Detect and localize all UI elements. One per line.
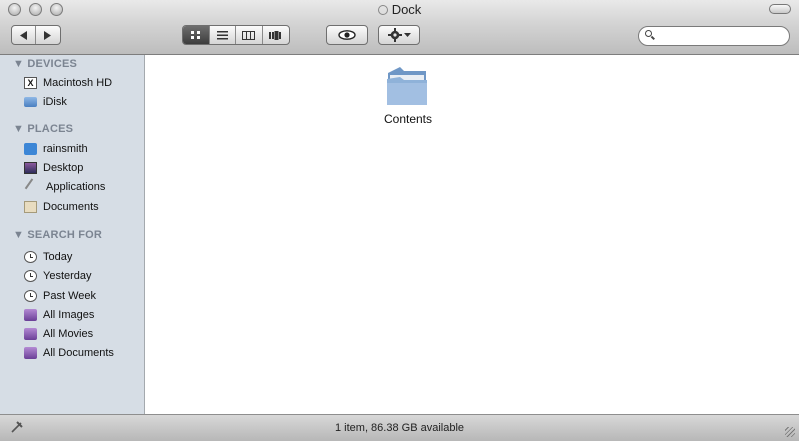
sidebar-item-today[interactable]: Today: [24, 248, 142, 265]
clock-icon: [24, 289, 37, 302]
back-arrow-icon: [19, 30, 27, 40]
search-icon: [645, 30, 652, 37]
sidebar-heading-search-for: ▼ SEARCH FOR: [13, 229, 103, 241]
smart-folder-icon: [24, 327, 37, 340]
file-browser-area: Contents: [146, 55, 799, 414]
idisk-icon: [24, 96, 37, 107]
back-button[interactable]: [12, 26, 37, 44]
hard-drive-icon: X: [24, 76, 37, 89]
action-menu-button[interactable]: [378, 25, 420, 45]
folder-label[interactable]: Contents: [356, 112, 460, 126]
folder-icon: [377, 5, 388, 15]
sidebar-item-rainsmith[interactable]: rainsmith: [24, 140, 142, 157]
sidebar-item-desktop[interactable]: Desktop: [24, 159, 142, 176]
sidebar-heading-places: ▼ PLACES: [13, 123, 74, 135]
clock-icon: [24, 250, 37, 263]
sidebar-item-past-week[interactable]: Past Week: [24, 287, 142, 304]
sidebar-item-macintosh-hd[interactable]: X Macintosh HD: [24, 74, 142, 91]
cover-flow-view-button[interactable]: [263, 26, 289, 44]
window-title-area: Dock: [0, 2, 799, 17]
sidebar-item-yesterday[interactable]: Yesterday: [24, 267, 142, 284]
view-mode-control: [182, 25, 290, 45]
smart-folder-icon: [24, 308, 37, 321]
title-bar: Dock: [0, 0, 799, 55]
applications-icon: [24, 177, 43, 196]
search-field[interactable]: [638, 26, 790, 46]
column-view-icon: [242, 30, 256, 40]
list-view-button[interactable]: [210, 26, 236, 44]
home-icon: [24, 142, 37, 155]
clock-icon: [24, 269, 37, 282]
chevron-down-icon: [403, 32, 411, 37]
resize-grip[interactable]: [785, 427, 795, 437]
quick-look-button[interactable]: [326, 25, 368, 45]
desktop-icon: [24, 161, 37, 174]
sidebar-item-documents[interactable]: Documents: [24, 198, 142, 215]
toolbar-toggle-button[interactable]: [769, 4, 791, 14]
smart-folder-icon: [24, 346, 37, 359]
gear-icon: [387, 28, 402, 42]
back-forward-control: [11, 25, 61, 45]
cover-flow-icon: [269, 30, 282, 40]
status-bar: 1 item, 86.38 GB available: [0, 414, 799, 441]
sidebar: ▼ DEVICES X Macintosh HD iDisk ▼ PLACES r…: [0, 55, 145, 414]
column-view-button[interactable]: [236, 26, 263, 44]
icon-view-icon: [190, 30, 200, 39]
list-view-icon: [216, 30, 228, 39]
forward-button[interactable]: [36, 26, 60, 44]
search-input[interactable]: [657, 29, 786, 45]
status-text: 1 item, 86.38 GB available: [334, 422, 465, 434]
folder-icon[interactable]: [386, 63, 428, 107]
documents-icon: [24, 200, 37, 213]
finder-window: Dock ▼ DEVICES X Macintosh HD iDisk ▼ PL…: [0, 0, 799, 441]
sidebar-heading-devices: ▼ DEVICES: [13, 58, 78, 70]
sidebar-item-applications[interactable]: Applications: [24, 177, 142, 196]
window-title: Dock: [391, 2, 422, 17]
sidebar-item-idisk[interactable]: iDisk: [24, 93, 142, 110]
sidebar-item-all-images[interactable]: All Images: [24, 306, 142, 323]
forward-arrow-icon: [44, 30, 51, 40]
sidebar-item-all-movies[interactable]: All Movies: [24, 325, 142, 342]
sidebar-item-all-documents[interactable]: All Documents: [24, 344, 142, 361]
eye-icon: [338, 30, 356, 40]
icon-view-button[interactable]: [183, 26, 210, 44]
